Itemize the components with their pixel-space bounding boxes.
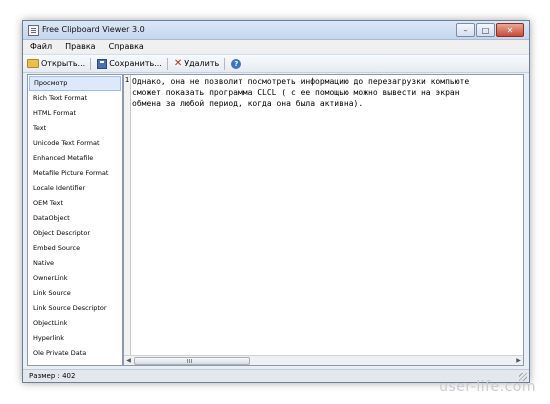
menu-edit[interactable]: Правка xyxy=(58,42,101,51)
format-list[interactable]: Просмотр Rich Text Format HTML Format Te… xyxy=(27,74,123,366)
toolbar: Открыть... Сохранить... ✕ Удалить ? xyxy=(23,54,529,73)
horizontal-scrollbar[interactable]: ◀ ▶ xyxy=(124,355,523,365)
size-status: Размер : 402 xyxy=(29,372,76,380)
open-button[interactable]: Открыть... xyxy=(23,56,88,71)
format-list-item[interactable]: OwnerLink xyxy=(28,271,122,286)
format-list-item[interactable]: Embed Source xyxy=(28,241,122,256)
line-number: 1 xyxy=(124,76,130,84)
text-line: обмена за любой период, когда она была а… xyxy=(132,99,364,108)
folder-open-icon xyxy=(27,59,39,68)
line-number-gutter: 1 xyxy=(124,75,131,355)
format-list-item[interactable]: Enhanced Metafile xyxy=(28,151,122,166)
clipboard-content[interactable]: Однако, она не позволит посмотреть инфор… xyxy=(132,76,521,109)
scroll-right-arrow-icon[interactable]: ▶ xyxy=(514,356,523,365)
open-label: Открыть... xyxy=(41,59,86,68)
app-window: Free Clipboard Viewer 3.0 – □ ✕ Файл Пра… xyxy=(22,20,530,383)
floppy-disk-icon xyxy=(97,58,108,69)
format-list-item[interactable]: Rich Text Format xyxy=(28,91,122,106)
format-list-item[interactable]: HTML Format xyxy=(28,106,122,121)
save-button[interactable]: Сохранить... xyxy=(93,56,165,71)
format-list-item[interactable]: Metafile Picture Format xyxy=(28,166,122,181)
format-list-item[interactable]: Ole Private Data xyxy=(28,346,122,361)
format-list-item[interactable]: Native xyxy=(28,256,122,271)
format-list-item[interactable]: Link Source Descriptor xyxy=(28,301,122,316)
help-button[interactable]: ? xyxy=(227,56,246,71)
format-list-item[interactable]: OEM Text xyxy=(28,196,122,211)
toolbar-separator xyxy=(224,57,226,70)
format-list-item[interactable]: ObjectLink xyxy=(28,316,122,331)
delete-button[interactable]: ✕ Удалить xyxy=(170,56,222,71)
window-controls: – □ ✕ xyxy=(455,23,524,37)
format-list-item[interactable]: Hyperlink xyxy=(28,331,122,346)
close-button[interactable]: ✕ xyxy=(496,23,524,37)
menu-bar: Файл Правка Справка xyxy=(23,40,529,53)
menu-file[interactable]: Файл xyxy=(23,42,58,51)
maximize-icon: □ xyxy=(481,25,490,35)
window-title: Free Clipboard Viewer 3.0 xyxy=(42,25,145,34)
scroll-left-arrow-icon[interactable]: ◀ xyxy=(124,356,133,365)
watermark: user-life.com xyxy=(439,379,536,395)
help-icon: ? xyxy=(231,58,242,69)
app-icon xyxy=(28,25,39,36)
maximize-button[interactable]: □ xyxy=(476,23,495,37)
format-list-item[interactable]: Locale Identifier xyxy=(28,181,122,196)
scrollbar-thumb[interactable] xyxy=(134,357,250,365)
delete-label: Удалить xyxy=(184,59,220,68)
format-list-item[interactable]: Просмотр xyxy=(29,76,121,91)
delete-x-icon: ✕ xyxy=(173,57,183,69)
toolbar-separator xyxy=(166,57,168,70)
close-icon: ✕ xyxy=(506,25,514,35)
format-list-item[interactable]: Unicode Text Format xyxy=(28,136,122,151)
menu-help[interactable]: Справка xyxy=(102,42,150,51)
text-line: сможет показать программа CLCL ( с ее по… xyxy=(132,88,460,97)
format-list-item[interactable]: Link Source xyxy=(28,286,122,301)
text-line: Однако, она не позволит посмотреть инфор… xyxy=(132,77,470,86)
minimize-icon: – xyxy=(463,25,468,35)
format-list-item[interactable]: Text xyxy=(28,121,122,136)
clipboard-text-view[interactable]: 1 Однако, она не позволит посмотреть инф… xyxy=(123,74,524,366)
format-list-item[interactable]: Object Descriptor xyxy=(28,226,122,241)
minimize-button[interactable]: – xyxy=(456,23,475,37)
title-bar[interactable]: Free Clipboard Viewer 3.0 – □ ✕ xyxy=(23,21,529,40)
format-list-item[interactable]: DataObject xyxy=(28,211,122,226)
toolbar-separator xyxy=(90,57,92,70)
save-label: Сохранить... xyxy=(109,59,162,68)
